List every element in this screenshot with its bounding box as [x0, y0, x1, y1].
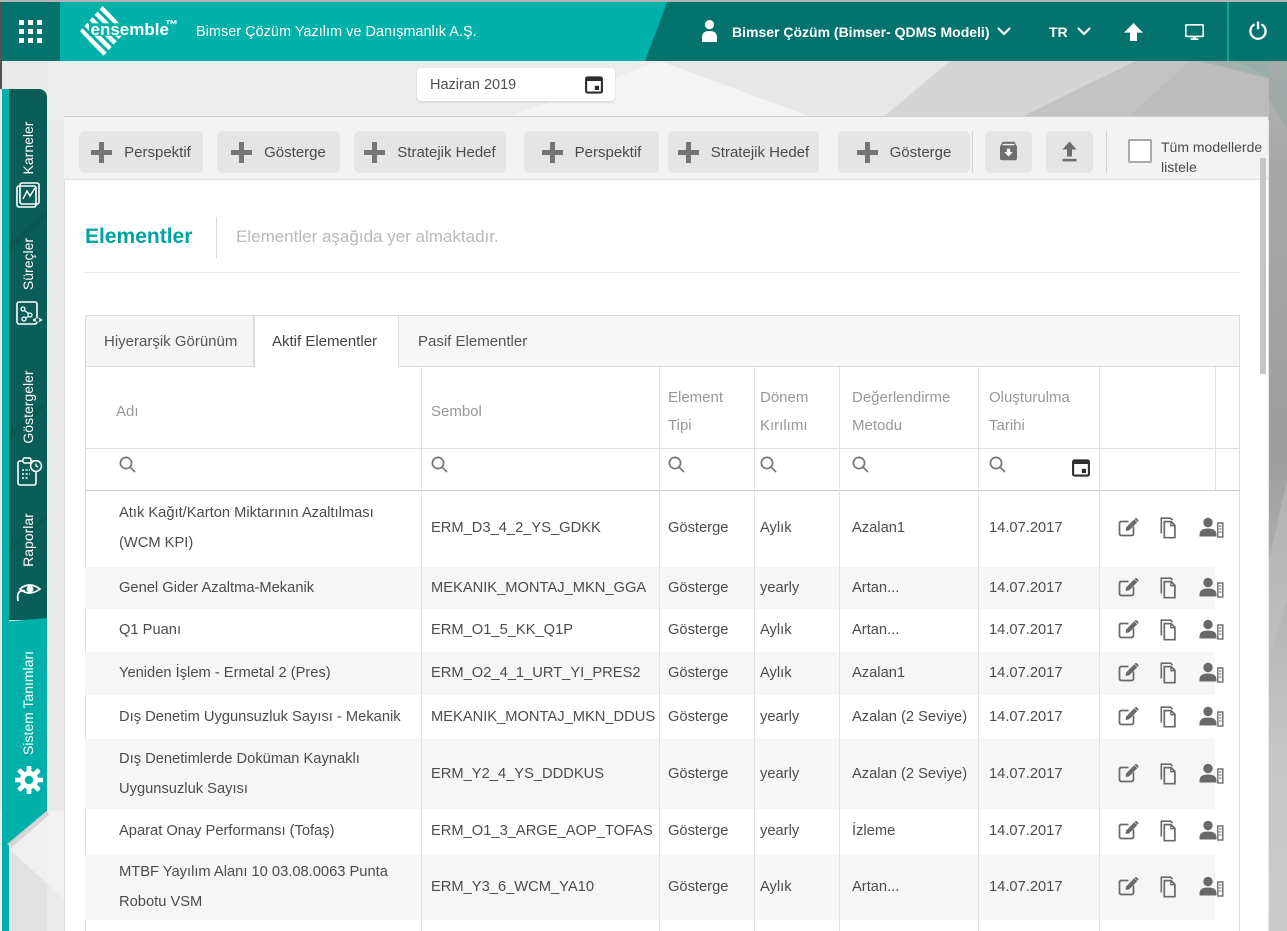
- svg-text:™: ™: [165, 17, 178, 32]
- svg-text:ensemble: ensemble: [91, 20, 169, 39]
